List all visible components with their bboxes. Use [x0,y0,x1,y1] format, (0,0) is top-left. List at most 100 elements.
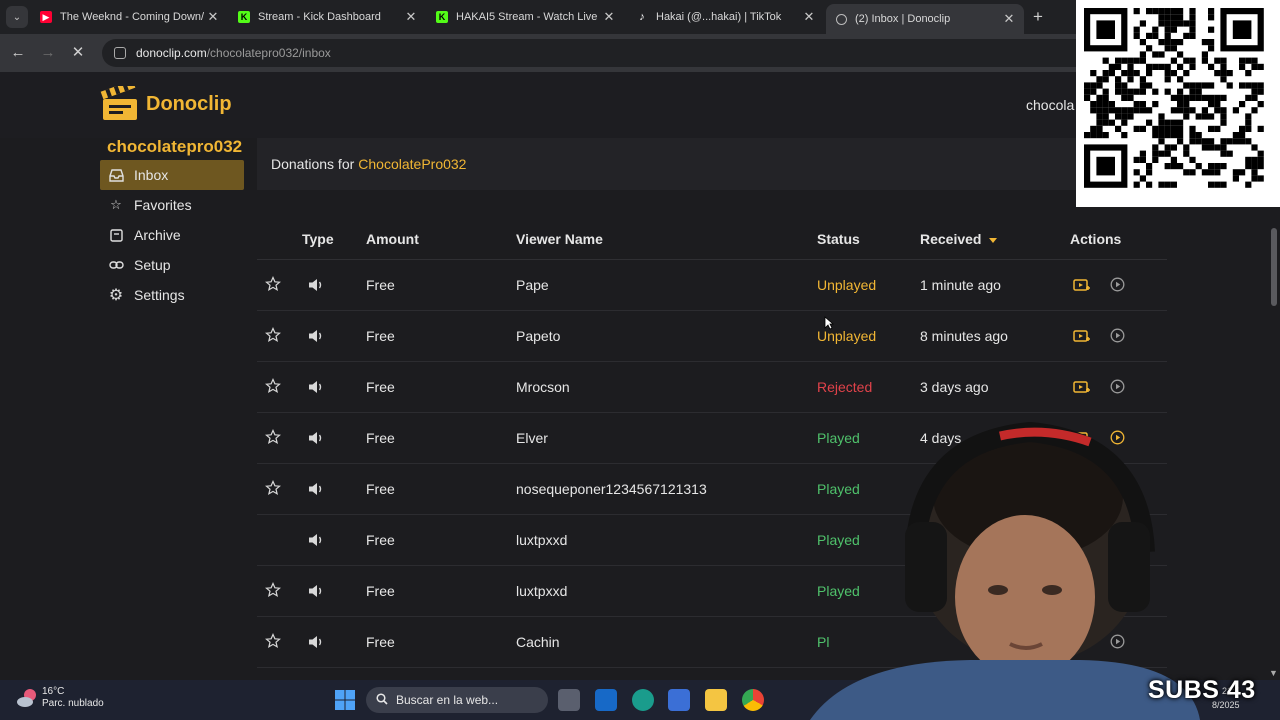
favorite-star-icon[interactable] [265,429,281,445]
address-bar[interactable]: donoclip.com/chocolatepro032/inbox [102,39,1112,67]
task-view-icon[interactable] [558,689,580,711]
audio-type-icon [307,277,325,293]
kick-icon: K [436,11,448,23]
favorite-star-icon[interactable] [265,582,281,598]
browser-tab-tiktok[interactable]: ♪ Hakai (@...hakai) | TikTok ✕ [626,4,824,30]
webcam-overlay-image [810,421,1200,720]
sidebar-item-inbox[interactable]: Inbox [100,160,244,190]
column-status[interactable]: Status [817,231,860,247]
archive-icon [108,227,124,243]
column-amount[interactable]: Amount [366,231,419,247]
row-received-time: 3 days ago [920,379,989,395]
taskbar-search[interactable]: Buscar en la web... [366,687,548,713]
url-path: /chocolatepro032/inbox [206,46,331,60]
row-viewer-name: luxtpxxd [516,532,568,548]
table-row[interactable]: Free Mrocson Rejected 3 days ago [257,362,1167,413]
favorite-star-icon[interactable] [265,327,281,343]
screen: ⌄ ▶ The Weeknd - Coming Down// ✕ K Strea… [0,0,1280,720]
browser-tab-donoclip[interactable]: (2) Inbox | Donoclip ✕ [826,4,1024,34]
row-status-badge: Unplayed [817,328,877,344]
close-icon[interactable]: ✕ [402,9,420,25]
chrome-icon[interactable] [742,689,764,711]
column-received[interactable]: Received [920,231,998,247]
row-amount: Free [366,430,395,446]
play-circle-icon[interactable] [1110,379,1125,394]
row-amount: Free [366,328,395,344]
browser-tab-kick-stream[interactable]: K HAKAI5 Stream - Watch Live on ✕ [426,4,624,30]
table-row[interactable]: Free Pape Unplayed 1 minute ago [257,260,1167,311]
audio-type-icon [307,532,325,548]
add-to-playlist-icon[interactable] [1073,328,1091,344]
close-icon[interactable]: ✕ [204,9,222,25]
row-received-time: 8 minutes ago [920,328,1008,344]
edge-icon[interactable] [632,689,654,711]
audio-type-icon [307,328,325,344]
header-user-menu[interactable]: chocola [1026,97,1074,113]
add-to-playlist-icon[interactable] [1073,379,1091,395]
column-viewer-name[interactable]: Viewer Name [516,231,603,247]
close-icon[interactable]: ✕ [800,9,818,25]
sidebar-username: chocolatepro032 [107,137,243,156]
file-explorer-icon[interactable] [705,689,727,711]
weather-widget[interactable]: 16°C Parc. nublado [16,686,104,710]
row-viewer-name: Mrocson [516,379,570,395]
store-icon[interactable] [668,689,690,711]
row-status-badge: Unplayed [817,277,877,293]
weather-condition: Parc. nublado [42,698,104,709]
close-icon[interactable]: ✕ [1000,11,1018,27]
row-status-badge: Rejected [817,379,873,395]
browser-tab-youtube[interactable]: ▶ The Weeknd - Coming Down// ✕ [30,4,228,30]
sidebar-item-settings[interactable]: ⚙ Settings [100,280,244,310]
new-tab-button[interactable]: + [1028,6,1048,28]
favorite-star-icon[interactable] [265,378,281,394]
mouse-cursor-icon [824,316,834,330]
channel-link[interactable]: ChocolatePro032 [358,156,466,172]
sidebar-item-favorites[interactable]: ☆ Favorites [100,190,244,220]
cloud-sun-icon [17,689,36,707]
windows-start-icon[interactable] [334,689,356,711]
favorite-star-icon[interactable] [265,633,281,649]
stop-loading-button[interactable]: ✕ [68,43,88,63]
back-button[interactable]: ← [8,43,28,63]
close-icon: ✕ [71,44,85,61]
star-icon: ☆ [110,197,122,212]
subs-counter-overlay: SUBS 43 [1148,676,1256,704]
row-amount: Free [366,481,395,497]
play-circle-icon[interactable] [1110,328,1125,343]
link-icon [108,257,124,273]
table-header: Type Amount Viewer Name Status Received … [257,212,1167,260]
table-row[interactable]: Free Papeto Unplayed 8 minutes ago [257,311,1167,362]
donoclip-logo[interactable]: Donoclip [100,86,232,122]
audio-type-icon [307,634,325,650]
column-actions: Actions [1070,231,1122,247]
favorite-star-icon[interactable] [265,480,281,496]
play-circle-icon[interactable] [1110,277,1125,292]
browser-tab-kick-dashboard[interactable]: K Stream - Kick Dashboard ✕ [228,4,426,30]
row-viewer-name: nosequeponer1234567121313 [516,481,707,497]
forward-button[interactable]: → [38,43,58,63]
row-amount: Free [366,634,395,650]
tab-search-button[interactable]: ⌄ [6,6,28,28]
row-viewer-name: luxtpxxd [516,583,568,599]
scroll-down-arrow[interactable]: ▼ [1269,668,1278,678]
scrollbar-thumb[interactable] [1271,228,1277,306]
row-viewer-name: Elver [516,430,548,446]
row-amount: Free [366,532,395,548]
qr-code-image [1076,0,1280,207]
brand-name: Donoclip [146,92,232,115]
favorite-star-icon[interactable] [265,276,281,292]
outlook-icon[interactable] [595,689,617,711]
column-type[interactable]: Type [302,231,334,247]
search-icon [376,692,388,708]
clapperboard-icon [100,86,137,120]
add-to-playlist-icon[interactable] [1073,277,1091,293]
audio-type-icon [307,430,325,446]
audio-type-icon [307,379,325,395]
close-icon[interactable]: ✕ [600,9,618,25]
page-scrollbar[interactable] [1268,210,1280,680]
sidebar-item-archive[interactable]: Archive [100,220,244,250]
sidebar-item-setup[interactable]: Setup [100,250,244,280]
row-viewer-name: Cachin [516,634,560,650]
site-info-icon[interactable] [114,47,126,59]
row-viewer-name: Papeto [516,328,561,344]
